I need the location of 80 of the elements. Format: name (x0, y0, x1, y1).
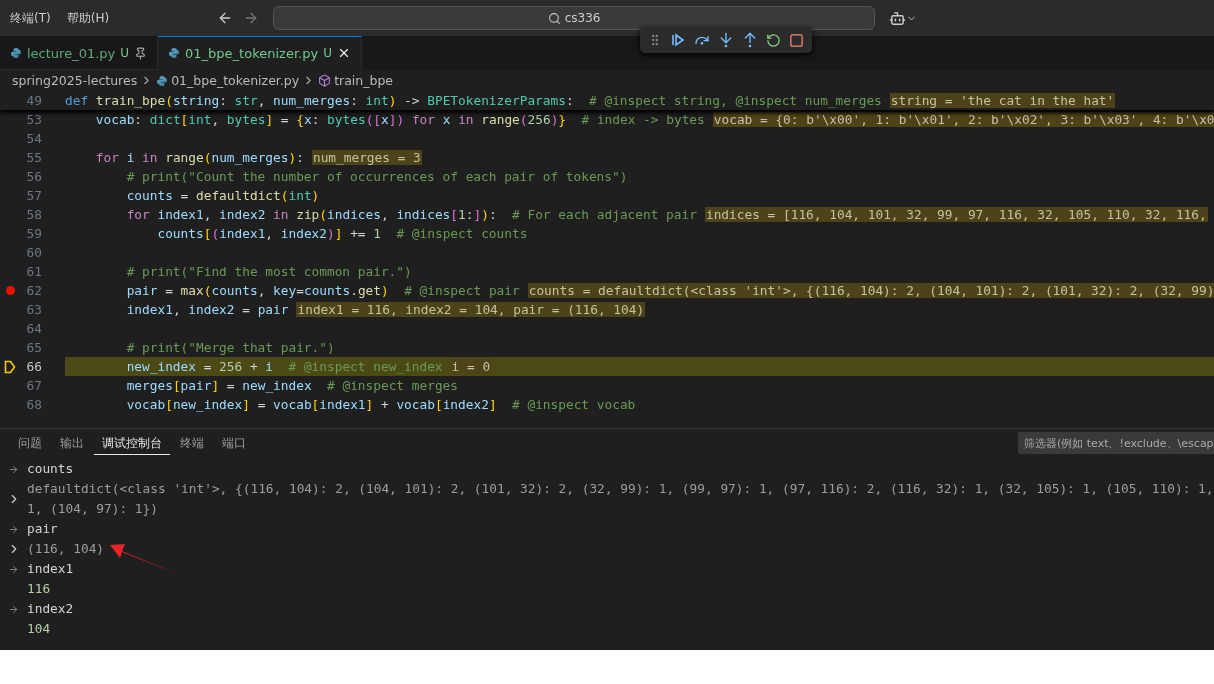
line-number: 49 (25, 93, 42, 108)
console-text: defaultdict(<class 'int'>, {(116, 104): 2, (104, 101): 2, (101, 32): 2, (32, 99): 1, (99, 97): 1, (97, 116): 2, (116, 32): 1, (32, 105): 1, (105, 110): 1, (27, 480, 1214, 498)
input-arrow-icon (8, 563, 19, 575)
python-file-icon (168, 47, 181, 59)
console-text: counts (27, 460, 74, 478)
code-line: for index1, index2 in zip(indices, indices[1:]): # For each adjacent pair (125, 207, 697, 222)
line-number: 61 (25, 264, 42, 279)
line-number: 58 (25, 207, 42, 222)
line-number: 53 (25, 112, 42, 127)
current-line-icon (4, 359, 16, 374)
console-text: pair (27, 520, 58, 538)
code-line: counts[(index1, index2)] += 1 # @inspect counts (156, 226, 528, 241)
code-line: index1, index2 = pair (125, 302, 289, 317)
line-number: 64 (25, 321, 42, 336)
console-text: 116 (27, 580, 51, 598)
panel-tab[interactable]: 问题 (10, 431, 50, 455)
inline-value: index1 = 116, index2 = 104, pair = (116, 104) (296, 302, 646, 317)
line-number: 54 (25, 131, 42, 146)
pin-icon[interactable] (134, 46, 148, 60)
editor-tab[interactable]: 01_bpe_tokenizer.py U (158, 36, 362, 70)
stop-icon[interactable] (789, 32, 804, 48)
python-file-icon (156, 74, 169, 87)
menu-item[interactable]: 帮助(H) (58, 9, 118, 27)
line-number: 66 (25, 359, 42, 374)
code-line: # print("Count the number of occurrences of each pair of tokens") (125, 169, 628, 184)
line-number: 67 (25, 378, 42, 393)
code-line: # print("Find the most common pair.") (125, 264, 412, 279)
inline-value: counts = defaultdict(<class 'int'>, {(116, 104): 2, (104, 101): 2, (101, 32): 2, (32, 99) (527, 283, 1214, 298)
panel-tab[interactable]: 端口 (214, 431, 254, 455)
panel-tab[interactable]: 输出 (52, 431, 92, 455)
copilot-button[interactable] (889, 9, 918, 27)
code-line: new_index = 256 + i # @inspect new_index (125, 359, 443, 374)
line-number: 62 (25, 283, 42, 298)
panel-tab[interactable]: 终端 (172, 431, 212, 455)
code-line: def train_bpe(string: str, num_merges: int) -> BPETokenizerParams: # @inspect string, @inspect num_merges (65, 93, 882, 108)
inline-value: indices = [116, 104, 101, 32, 99, 97, 116, 32, 105, 110, 32, 116, (704, 207, 1208, 222)
step-into-icon[interactable] (718, 32, 734, 48)
inline-value: string = 'the cat in the hat' (889, 93, 1116, 108)
breadcrumb-item[interactable]: spring2025-lectures (12, 73, 138, 88)
breadcrumb-item[interactable]: train_bpe (334, 73, 394, 88)
line-number: 68 (25, 397, 42, 412)
console-text: 1, (104, 97): 1}) (27, 500, 159, 518)
editor-tab[interactable]: lecture_01.py U (0, 36, 159, 70)
inline-value: num_merges = 3 (311, 150, 422, 165)
bot-icon (889, 9, 907, 27)
restart-icon[interactable] (766, 32, 781, 48)
input-arrow-icon (8, 603, 19, 615)
step-out-icon[interactable] (742, 32, 758, 48)
line-number: 60 (25, 245, 42, 260)
code-line: vocab[new_index] = vocab[index1] + vocab[index2] # @inspect vocab (125, 397, 636, 412)
panel-tab[interactable]: 调试控制台 (94, 431, 170, 455)
code-line: for i in range(num_merges): (94, 150, 304, 165)
python-file-icon (10, 47, 22, 59)
line-number: 65 (25, 340, 42, 355)
breakpoint-icon[interactable] (5, 286, 15, 295)
console-text: index1 (27, 560, 74, 578)
code-line: # print("Merge that pair.") (125, 340, 335, 355)
code-line: merges[pair] = new_index # @inspect merges (125, 378, 458, 393)
filter-field[interactable]: 筛选器(例如 text、!exclude、\escap (1018, 432, 1214, 454)
line-number: 56 (25, 169, 42, 184)
breadcrumb-item[interactable]: 01_bpe_tokenizer.py (171, 73, 300, 88)
line-number: 59 (25, 226, 42, 241)
cube-icon (318, 74, 332, 87)
console-text: index2 (27, 600, 74, 618)
inline-value: vocab = {0: b'\x00', 1: b'\x01', 2: b'\x02', 3: b'\x03', 4: b'\x0 (712, 112, 1214, 127)
line-number: 63 (25, 302, 42, 317)
line-number: 55 (25, 150, 42, 165)
input-arrow-icon (8, 523, 19, 535)
line-number: 57 (25, 188, 42, 203)
menu-item[interactable]: 终端(T) (2, 9, 59, 27)
code-line: pair = max(counts, key=counts.get) # @inspect pair (125, 283, 520, 298)
input-arrow-icon (8, 463, 19, 475)
console-text: 104 (27, 620, 51, 638)
console-text: (116, 104) (27, 540, 105, 558)
continue-icon[interactable] (670, 32, 686, 48)
search-icon (547, 11, 561, 25)
code-line: vocab: dict[int, bytes] = {x: bytes([x]) for x in range(256)} # index -> bytes (94, 112, 705, 127)
inline-value: i = 0 (450, 359, 492, 374)
code-line: counts = defaultdict(int) (125, 188, 320, 203)
search-field[interactable]: cs336 (273, 6, 876, 30)
